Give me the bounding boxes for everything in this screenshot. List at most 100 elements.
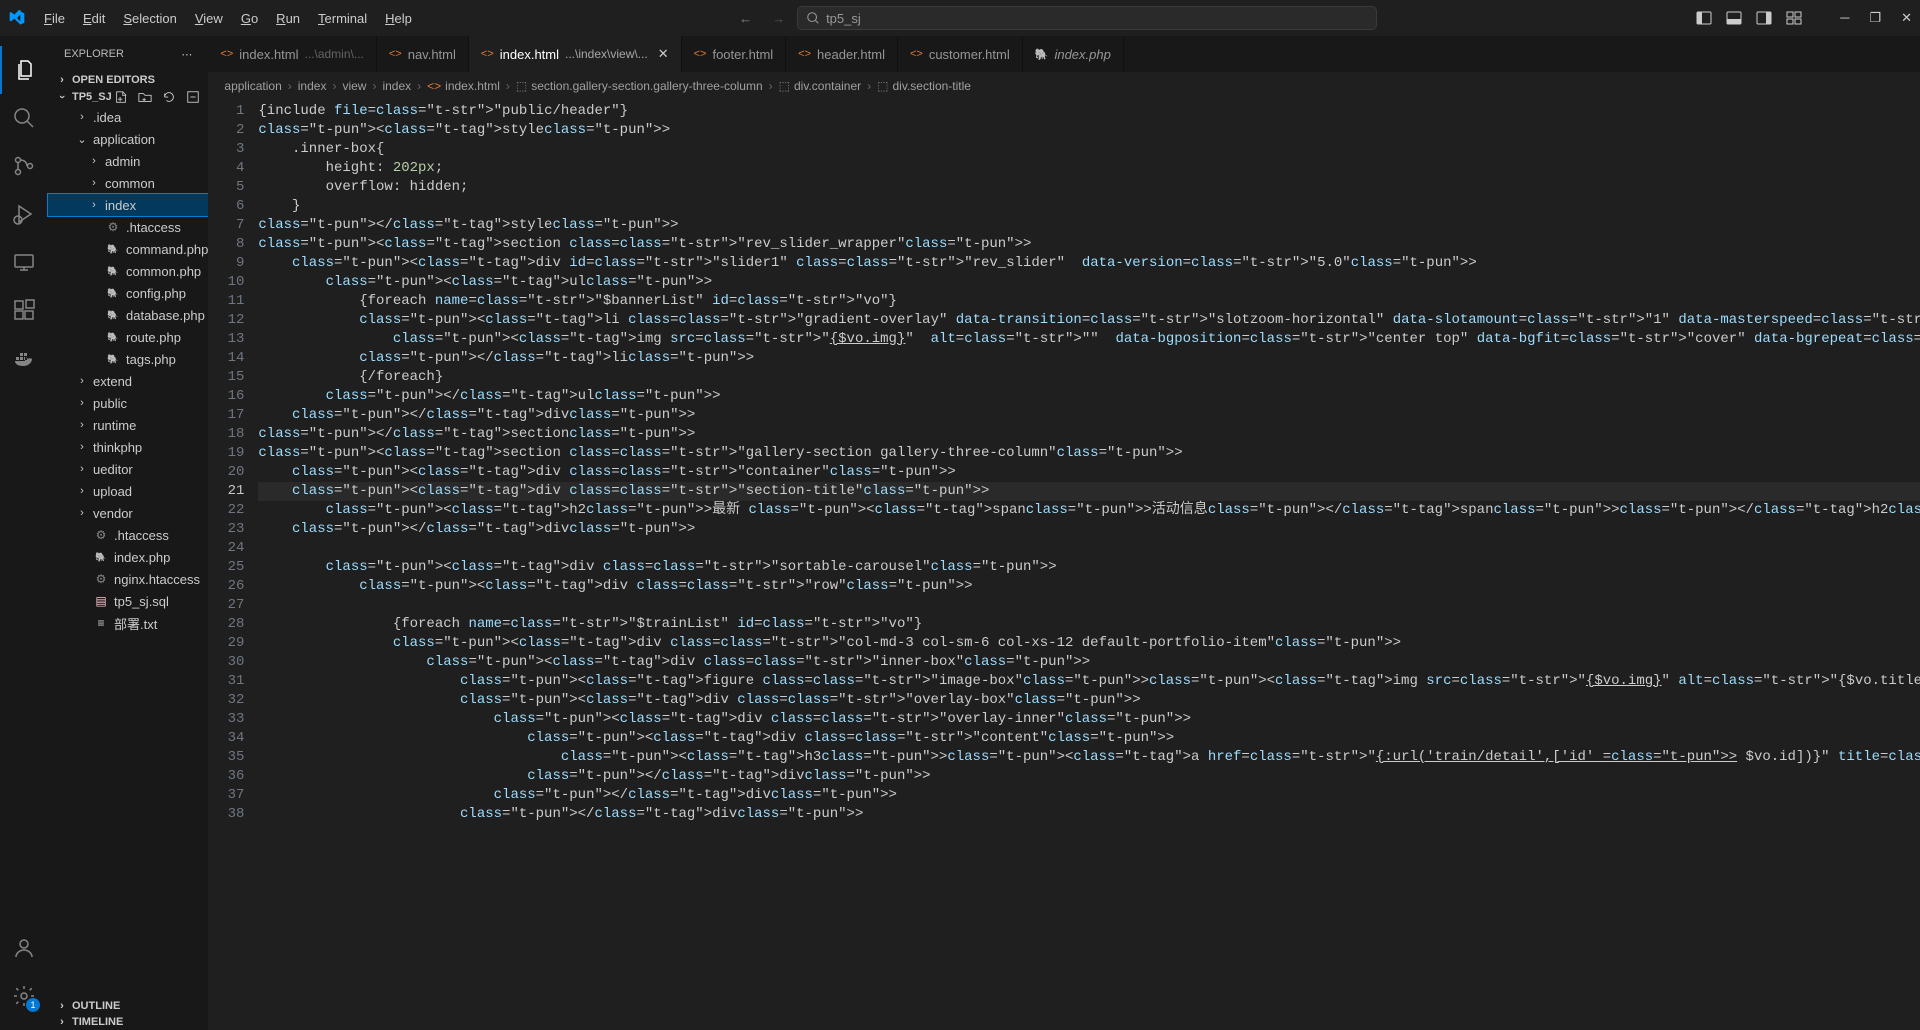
- tab-nav-html[interactable]: <>nav.html: [377, 36, 469, 72]
- menu-item-selection[interactable]: Selection: [115, 7, 184, 30]
- settings-gear-icon[interactable]: 1: [0, 972, 48, 1020]
- folder-item[interactable]: ›.idea: [48, 106, 208, 128]
- chevron-icon: ›: [88, 199, 100, 211]
- menu-item-view[interactable]: View: [187, 7, 231, 30]
- breadcrumb-item[interactable]: application: [224, 79, 281, 93]
- chevron-right-icon: ›: [56, 1016, 68, 1028]
- layout-sidebar-left-icon[interactable]: [1696, 10, 1712, 26]
- docker-icon[interactable]: [0, 334, 48, 382]
- folder-item[interactable]: ›public: [48, 392, 208, 414]
- folder-item[interactable]: ›runtime: [48, 414, 208, 436]
- tab-index-html[interactable]: <>index.html...\admin\...: [208, 36, 376, 72]
- run-debug-icon[interactable]: [0, 190, 48, 238]
- breadcrumb-item[interactable]: ⬚ div.container: [779, 79, 862, 93]
- tab-close-icon[interactable]: ✕: [658, 46, 669, 62]
- more-icon[interactable]: ⋯: [181, 48, 192, 61]
- project-header[interactable]: › TP5_SJ: [48, 88, 208, 106]
- tab-customer-html[interactable]: <>customer.html: [898, 36, 1023, 72]
- element-icon: ⬚: [877, 79, 888, 93]
- collapse-icon[interactable]: [186, 90, 200, 104]
- accounts-icon[interactable]: [0, 924, 48, 972]
- menu-item-file[interactable]: File: [36, 7, 73, 30]
- outline-header[interactable]: › OUTLINE: [48, 998, 208, 1014]
- search-text: tp5_sj: [826, 11, 861, 26]
- layout-panel-icon[interactable]: [1726, 10, 1742, 26]
- command-center[interactable]: tp5_sj: [797, 6, 1377, 30]
- breadcrumb-item[interactable]: ⬚ section.gallery-section.gallery-three-…: [516, 79, 763, 93]
- folder-item[interactable]: ⌄application: [48, 128, 208, 150]
- folder-item[interactable]: ›extend: [48, 370, 208, 392]
- remote-explorer-icon[interactable]: [0, 238, 48, 286]
- file-item[interactable]: 🐘database.php: [48, 304, 208, 326]
- gear-icon: ⚙: [93, 527, 109, 543]
- file-item[interactable]: ▤tp5_sj.sql: [48, 590, 208, 612]
- file-item[interactable]: 🐘tags.php: [48, 348, 208, 370]
- tab-footer-html[interactable]: <>footer.html: [682, 36, 787, 72]
- editor-area: <>index.html...\admin\...<>nav.html<>ind…: [208, 36, 1920, 1030]
- file-item[interactable]: ≡部署.txt: [48, 612, 208, 634]
- menu-item-run[interactable]: Run: [268, 7, 308, 30]
- chevron-icon: ›: [76, 397, 88, 409]
- folder-item[interactable]: ›ueditor: [48, 458, 208, 480]
- file-item[interactable]: ⚙nginx.htaccess: [48, 568, 208, 590]
- nav-arrows: ← →: [739, 11, 785, 26]
- close-icon[interactable]: ✕: [1901, 10, 1912, 26]
- folder-item[interactable]: ›index: [48, 194, 208, 216]
- new-folder-icon[interactable]: [138, 90, 152, 104]
- breadcrumb-item[interactable]: ⬚ div.section-title: [877, 79, 971, 93]
- nav-back-icon[interactable]: ←: [739, 11, 752, 26]
- html-icon: <>: [798, 48, 811, 60]
- folder-item[interactable]: ›common: [48, 172, 208, 194]
- php-icon: 🐘: [105, 329, 121, 345]
- breadcrumbs[interactable]: application›index›view›index›<> index.ht…: [208, 72, 1920, 100]
- source-control-icon[interactable]: [0, 142, 48, 190]
- chevron-down-icon: ›: [56, 91, 68, 103]
- html-icon: <>: [220, 48, 233, 60]
- chevron-icon: ›: [88, 155, 100, 167]
- refresh-icon[interactable]: [162, 90, 176, 104]
- explorer-icon[interactable]: [0, 46, 48, 94]
- menu-item-go[interactable]: Go: [233, 7, 266, 30]
- tab-index-php[interactable]: 🐘index.php: [1023, 36, 1124, 72]
- search-activity-icon[interactable]: [0, 94, 48, 142]
- vscode-logo-icon: [8, 9, 26, 27]
- new-file-icon[interactable]: [114, 90, 128, 104]
- chevron-icon: ›: [76, 419, 88, 431]
- customize-layout-icon[interactable]: [1786, 10, 1802, 26]
- folder-item[interactable]: ›thinkphp: [48, 436, 208, 458]
- file-item[interactable]: 🐘command.php: [48, 238, 208, 260]
- extensions-icon[interactable]: [0, 286, 48, 334]
- maximize-icon[interactable]: ❐: [1869, 10, 1881, 26]
- layout-sidebar-right-icon[interactable]: [1756, 10, 1772, 26]
- file-item[interactable]: ⚙.htaccess: [48, 216, 208, 238]
- search-icon: [806, 11, 820, 25]
- chevron-right-icon: ›: [56, 74, 68, 86]
- menu-item-edit[interactable]: Edit: [75, 7, 113, 30]
- menu-item-terminal[interactable]: Terminal: [310, 7, 375, 30]
- breadcrumb-item[interactable]: index: [382, 79, 411, 93]
- file-item[interactable]: 🐘config.php: [48, 282, 208, 304]
- tab-header-html[interactable]: <>header.html: [786, 36, 898, 72]
- tab-index-html[interactable]: <>index.html...\index\view\...✕: [469, 36, 682, 72]
- nav-forward-icon[interactable]: →: [772, 11, 785, 26]
- code-editor[interactable]: {include file=class="t-str">"public/head…: [258, 100, 1920, 1030]
- file-item[interactable]: 🐘common.php: [48, 260, 208, 282]
- open-editors-header[interactable]: › OPEN EDITORS: [48, 72, 208, 88]
- breadcrumb-item[interactable]: index: [298, 79, 327, 93]
- file-item[interactable]: 🐘index.php: [48, 546, 208, 568]
- breadcrumb-item[interactable]: <> index.html: [427, 79, 500, 93]
- folder-item[interactable]: ›admin: [48, 150, 208, 172]
- chevron-icon: ›: [76, 375, 88, 387]
- file-item[interactable]: ⚙.htaccess: [48, 524, 208, 546]
- chevron-icon: ⌄: [76, 133, 88, 146]
- breadcrumb-item[interactable]: view: [342, 79, 366, 93]
- minimize-icon[interactable]: ─: [1840, 10, 1849, 26]
- folder-item[interactable]: ›upload: [48, 480, 208, 502]
- chevron-icon: ›: [76, 463, 88, 475]
- file-item[interactable]: 🐘route.php: [48, 326, 208, 348]
- title-bar: FileEditSelectionViewGoRunTerminalHelp ←…: [0, 0, 1920, 36]
- menu-item-help[interactable]: Help: [377, 7, 420, 30]
- folder-item[interactable]: ›vendor: [48, 502, 208, 524]
- html-icon: <>: [481, 48, 494, 60]
- timeline-header[interactable]: › TIMELINE: [48, 1014, 208, 1030]
